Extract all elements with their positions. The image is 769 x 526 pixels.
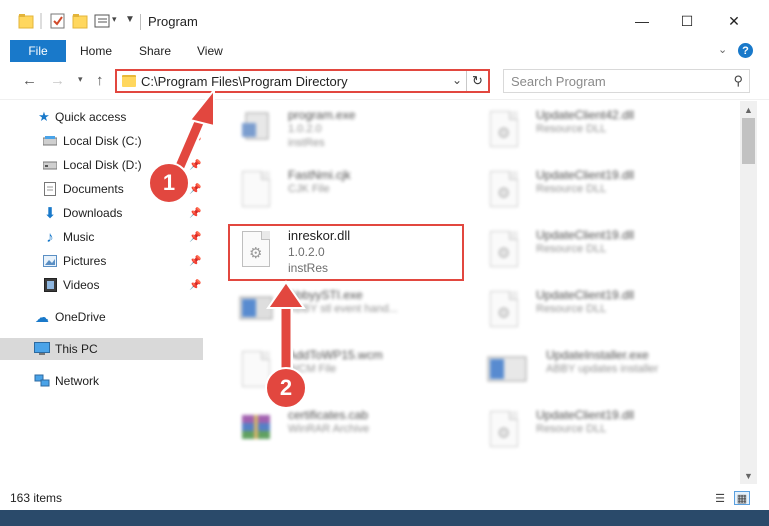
arrowhead-1 — [188, 87, 215, 128]
step-1-badge: 1 — [148, 162, 190, 204]
arrowhead-2 — [266, 280, 306, 309]
annotation-overlay — [168, 87, 306, 372]
step-2-badge: 2 — [265, 367, 307, 409]
